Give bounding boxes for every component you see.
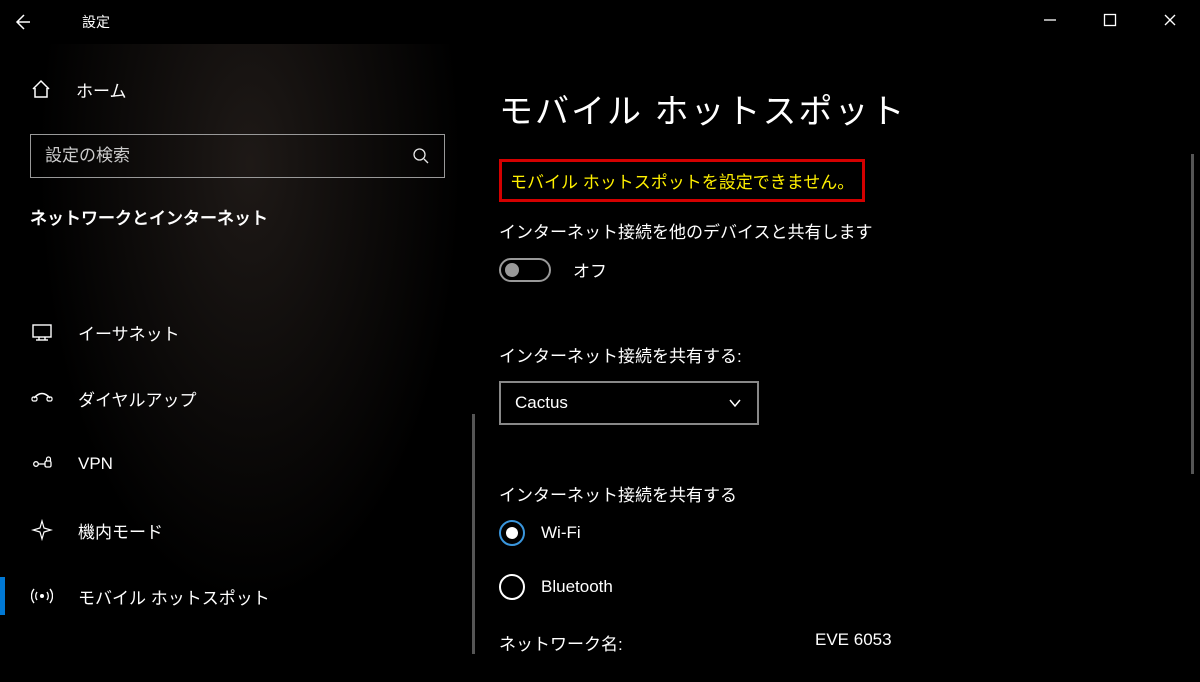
radio-circle-icon bbox=[499, 574, 525, 600]
error-box: モバイル ホットスポットを設定できません。 bbox=[499, 159, 865, 202]
arrow-left-icon bbox=[12, 12, 32, 32]
nav-label: ダイヤルアップ bbox=[78, 386, 197, 411]
search-input[interactable] bbox=[45, 146, 412, 166]
nav-item-airplane[interactable]: 機内モード bbox=[0, 497, 475, 563]
hotspot-icon bbox=[31, 586, 53, 606]
back-button[interactable] bbox=[0, 0, 44, 44]
nav-item-vpn[interactable]: VPN bbox=[0, 431, 475, 497]
toggle-knob-icon bbox=[505, 263, 519, 277]
ethernet-icon bbox=[31, 322, 53, 342]
window-title: 設定 bbox=[82, 12, 110, 32]
maximize-button[interactable] bbox=[1080, 0, 1140, 40]
radio-wifi-label: Wi-Fi bbox=[541, 523, 581, 543]
nav-label: VPN bbox=[78, 454, 113, 474]
nav-label: イーサネット bbox=[78, 320, 180, 345]
close-button[interactable] bbox=[1140, 0, 1200, 40]
home-icon bbox=[30, 78, 52, 100]
home-label: ホーム bbox=[76, 77, 127, 102]
vpn-icon bbox=[31, 455, 53, 473]
maximize-icon bbox=[1103, 13, 1117, 27]
toggle-state-label: オフ bbox=[573, 257, 607, 282]
dialup-icon bbox=[31, 389, 53, 407]
radio-bluetooth[interactable]: Bluetooth bbox=[499, 574, 1160, 600]
nav-list: イーサネット ダイヤルアップ VPN 機内モード モバイル ホットスポット bbox=[0, 299, 475, 629]
airplane-icon bbox=[31, 519, 53, 541]
share-over-label: インターネット接続を共有する bbox=[499, 481, 1160, 506]
radio-circle-icon bbox=[499, 520, 525, 546]
page-title: モバイル ホットスポット bbox=[499, 84, 1160, 133]
network-name-row: ネットワーク名: EVE 6053 bbox=[499, 630, 1160, 655]
network-name-value: EVE 6053 bbox=[815, 630, 892, 655]
home-nav[interactable]: ホーム bbox=[0, 64, 475, 114]
hotspot-toggle-row: オフ bbox=[499, 257, 1160, 282]
network-name-label: ネットワーク名: bbox=[499, 630, 815, 655]
minimize-icon bbox=[1043, 13, 1057, 27]
share-source-select[interactable]: Cactus bbox=[499, 381, 759, 425]
minimize-button[interactable] bbox=[1020, 0, 1080, 40]
chevron-down-icon bbox=[727, 395, 743, 411]
search-icon bbox=[412, 147, 430, 165]
titlebar: 設定 bbox=[0, 0, 1200, 44]
radio-bluetooth-label: Bluetooth bbox=[541, 577, 613, 597]
share-description: インターネット接続を他のデバイスと共有します bbox=[499, 218, 1160, 243]
search-box[interactable] bbox=[30, 134, 445, 178]
select-value: Cactus bbox=[515, 393, 568, 413]
window-controls bbox=[1020, 0, 1200, 40]
nav-label: モバイル ホットスポット bbox=[78, 584, 270, 609]
nav-item-dialup[interactable]: ダイヤルアップ bbox=[0, 365, 475, 431]
nav-item-ethernet[interactable]: イーサネット bbox=[0, 299, 475, 365]
main-scrollbar[interactable] bbox=[1191, 154, 1194, 474]
main-content: モバイル ホットスポット モバイル ホットスポットを設定できません。 インターネ… bbox=[475, 44, 1200, 682]
radio-wifi[interactable]: Wi-Fi bbox=[499, 520, 1160, 546]
nav-category: ネットワークとインターネット bbox=[0, 204, 475, 229]
nav-label: 機内モード bbox=[78, 518, 163, 543]
hotspot-toggle[interactable] bbox=[499, 258, 551, 282]
close-icon bbox=[1163, 13, 1177, 27]
share-source-label: インターネット接続を共有する: bbox=[499, 342, 1160, 367]
sidebar: ホーム ネットワークとインターネット イーサネット ダイヤルアップ VPN 機内… bbox=[0, 44, 475, 682]
nav-item-hotspot[interactable]: モバイル ホットスポット bbox=[0, 563, 475, 629]
error-text: モバイル ホットスポットを設定できません。 bbox=[510, 173, 854, 192]
